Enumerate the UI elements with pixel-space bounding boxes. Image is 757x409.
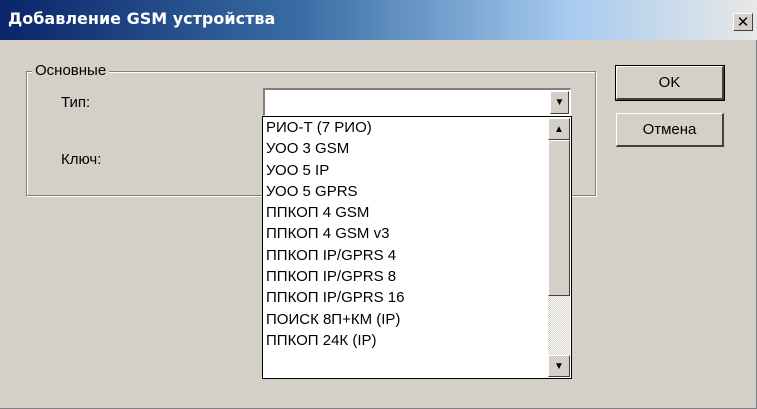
dropdown-option[interactable]: УОО 5 IP [263, 160, 548, 181]
ok-button[interactable]: OK [615, 65, 725, 101]
title-bar[interactable]: Добавление GSM устройства ✕ [0, 0, 757, 40]
dropdown-items: РИО-Т (7 РИО) УОО 3 GSM УОО 5 IP УОО 5 GPRS… [263, 117, 548, 351]
scroll-down-icon: ▼ [554, 360, 564, 372]
dropdown-option[interactable]: ППКОП 24К (IP) [263, 330, 548, 351]
type-label: Тип: [61, 94, 91, 111]
window-title: Добавление GSM устройства [8, 9, 276, 28]
dropdown-option[interactable]: ППКОП 4 GSM v3 [263, 223, 548, 244]
cancel-button[interactable]: Отмена [616, 113, 724, 147]
type-combobox[interactable]: ▼ [263, 88, 571, 116]
dropdown-option[interactable]: ППКОП 4 GSM [263, 202, 548, 223]
dropdown-option[interactable]: УОО 5 GPRS [263, 181, 548, 202]
type-dropdown-list: РИО-Т (7 РИО) УОО 3 GSM УОО 5 IP УОО 5 GPRS… [262, 116, 572, 379]
close-button[interactable]: ✕ [733, 13, 753, 31]
scroll-up-icon: ▲ [554, 123, 564, 135]
close-icon: ✕ [736, 13, 750, 31]
combobox-dropdown-button[interactable]: ▼ [550, 91, 569, 114]
key-label: Ключ: [61, 151, 102, 168]
dropdown-option[interactable]: ППКОП IP/GPRS 4 [263, 245, 548, 266]
dropdown-option[interactable]: РИО-Т (7 РИО) [263, 117, 548, 138]
scroll-up-button[interactable]: ▲ [548, 118, 570, 140]
groupbox-legend: Основные [32, 62, 110, 79]
scrollbar-thumb[interactable] [548, 140, 570, 296]
dropdown-scrollbar[interactable]: ▲ ▼ [548, 118, 570, 377]
dropdown-option[interactable]: ППКОП IP/GPRS 8 [263, 266, 548, 287]
dropdown-option[interactable]: ППКОП IP/GPRS 16 [263, 287, 548, 308]
dropdown-option[interactable]: УОО 3 GSM [263, 138, 548, 159]
chevron-down-icon: ▼ [554, 97, 565, 108]
scroll-down-button[interactable]: ▼ [548, 355, 570, 377]
dialog-window: Добавление GSM устройства ✕ Основные Тип… [0, 0, 757, 409]
dropdown-option[interactable]: ПОИСК 8П+КМ (IP) [263, 309, 548, 330]
